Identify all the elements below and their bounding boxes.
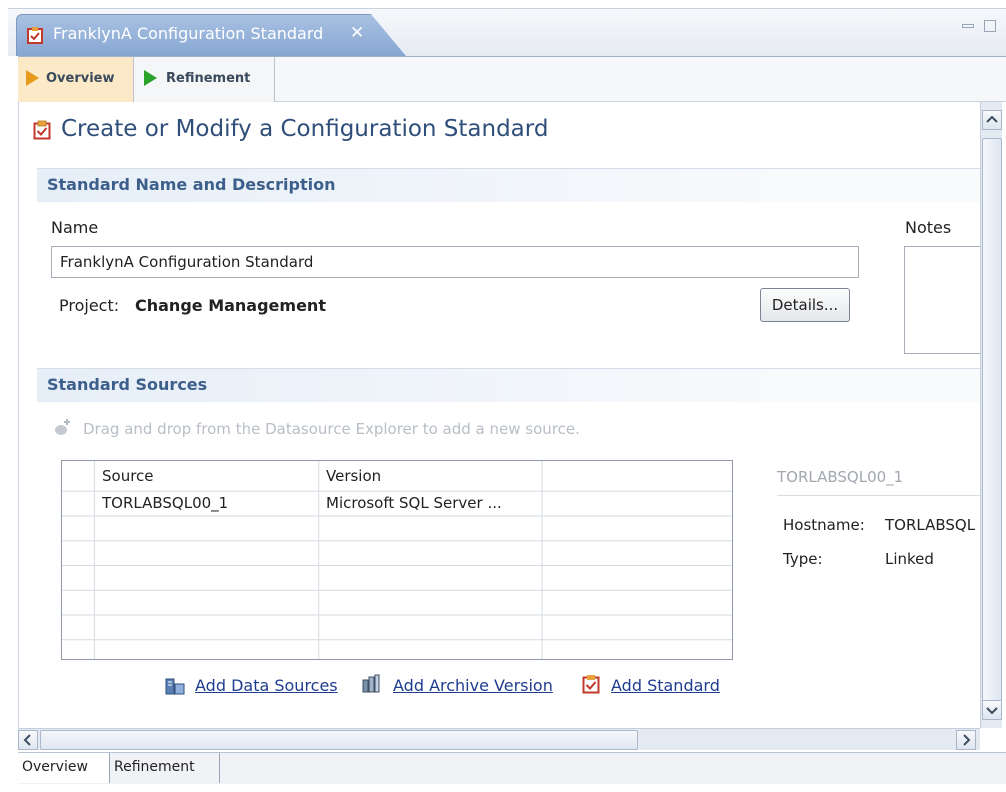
cell-version: Microsoft SQL Server ...	[326, 494, 502, 512]
scroll-down-button[interactable]	[982, 700, 1002, 720]
add-source-icon	[55, 419, 70, 435]
type-label: Type:	[783, 550, 823, 568]
editor-content: Create or Modify a Configuration Standar…	[18, 102, 980, 728]
tab-refinement-label: Refinement	[166, 71, 251, 86]
tab-overview[interactable]: Overview	[18, 57, 134, 102]
tab-refinement[interactable]: Refinement	[134, 57, 275, 102]
scroll-left-button[interactable]	[18, 730, 38, 750]
play-icon	[26, 70, 39, 86]
section-title: Standard Sources	[47, 375, 208, 394]
maximize-icon[interactable]	[984, 20, 996, 32]
cell-source: TORLABSQL00_1	[102, 494, 229, 512]
source-detail-title: TORLABSQL00_1	[777, 468, 904, 486]
bottom-tab-strip: Overview Refinement	[18, 752, 1006, 784]
project-label: Project:	[59, 296, 120, 315]
scroll-right-button[interactable]	[956, 730, 976, 750]
window-controls	[958, 18, 1004, 36]
column-header-source[interactable]: Source	[102, 467, 154, 485]
section-header-name: Standard Name and Description	[37, 168, 980, 202]
table-grid	[62, 461, 732, 659]
add-standard-link[interactable]: Add Standard	[611, 676, 720, 695]
name-label: Name	[51, 218, 99, 237]
bottom-tab-overview[interactable]: Overview	[18, 753, 110, 783]
editor-tab[interactable]: FranklynA Configuration Standard ✕	[16, 14, 406, 56]
type-value: Linked	[885, 550, 934, 568]
notes-label: Notes	[905, 218, 952, 237]
horizontal-scrollbar[interactable]	[18, 728, 980, 750]
clipboard-check-icon	[582, 675, 600, 694]
drag-drop-hint: Drag and drop from the Datasource Explor…	[83, 420, 580, 438]
add-data-sources-link[interactable]: Add Data Sources	[195, 676, 338, 695]
section-title: Standard Name and Description	[47, 175, 336, 194]
editor-tab-title: FranklynA Configuration Standard	[53, 24, 324, 43]
clipboard-check-icon	[27, 27, 43, 44]
section-header-sources: Standard Sources	[37, 368, 980, 402]
chevron-down-icon	[986, 707, 998, 715]
horizontal-scroll-thumb[interactable]	[40, 730, 638, 750]
page-title: Create or Modify a Configuration Standar…	[61, 116, 549, 142]
close-icon[interactable]: ✕	[350, 23, 364, 43]
add-archive-version-link[interactable]: Add Archive Version	[393, 676, 553, 695]
table-row[interactable]: TORLABSQL00_1 Microsoft SQL Server ...	[62, 492, 732, 516]
chevron-up-icon	[986, 115, 998, 123]
vertical-scrollbar[interactable]	[980, 102, 1002, 728]
bottom-tab-refinement[interactable]: Refinement	[110, 753, 220, 783]
notes-textarea[interactable]	[904, 246, 980, 354]
scroll-up-button[interactable]	[982, 110, 1002, 130]
chevron-right-icon	[963, 734, 971, 746]
play-icon	[144, 70, 157, 86]
divider	[777, 495, 980, 496]
hostname-label: Hostname:	[783, 516, 865, 534]
project-value: Change Management	[135, 296, 326, 315]
vertical-scroll-thumb[interactable]	[982, 138, 1002, 708]
details-button[interactable]: Details...	[760, 288, 850, 322]
tab-overview-label: Overview	[46, 71, 115, 86]
clipboard-check-icon	[33, 120, 51, 140]
data-sources-icon	[165, 678, 185, 695]
hostname-value: TORLABSQL	[885, 516, 976, 534]
chevron-left-icon	[23, 734, 31, 746]
minimize-icon[interactable]	[962, 24, 974, 28]
column-header-version[interactable]: Version	[326, 467, 381, 485]
sources-table: Source Version TORLABSQL00_1 Microsoft S…	[61, 460, 733, 660]
name-input[interactable]	[51, 246, 859, 278]
archive-icon	[362, 674, 380, 693]
page-tab-strip: Overview Refinement	[18, 56, 1006, 102]
